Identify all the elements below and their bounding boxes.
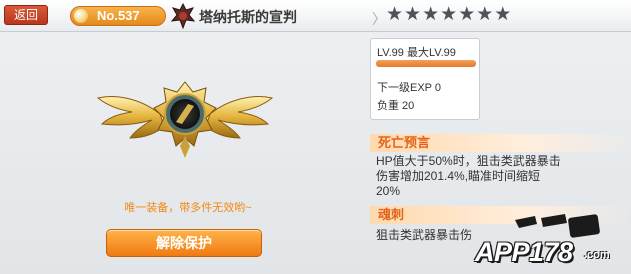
equipment-number-badge: No.537 [70,6,166,26]
star-icon: ★ [422,4,440,25]
equip-note: 唯一装备，带多件无效哟~ [124,202,252,214]
next-level-exp: 下一级EXP 0 [377,82,441,94]
level-text: LV.99 最大LV.99 [377,47,456,59]
star-icon: ★ [404,4,422,25]
weight-text: 负重 20 [377,100,415,112]
back-button[interactable]: 返回 [4,5,48,25]
stats-card: LV.99 最大LV.99 下一级EXP 0 负重 20 [370,38,480,120]
exp-progress-fill [376,60,476,67]
star-icon: ★ [386,4,404,25]
watermark-domain: .com [584,249,610,261]
skill-desc-death-prophecy: HP值大于50%时，狙击类武器暴击 伤害增加201.4%,瞄准时间缩短 20% [376,154,631,199]
winged-gold-medal-icon [96,81,274,158]
exp-progress-bar [376,60,476,67]
star-icon: ★ [476,4,494,25]
watermark-app178: APP178 [475,237,573,267]
star-icon: ★ [458,4,476,25]
skill-desc-line: HP值大于50%时，狙击类武器暴击 [376,154,561,168]
skill-desc-line: 伤害增加201.4%,瞄准时间缩短 [376,169,541,183]
tanatos-badge-icon [170,2,196,30]
rarity-stars: ★ ★ ★ ★ ★ ★ ★ [386,5,511,25]
orange-ball-icon [74,9,88,23]
star-icon: ★ [494,4,512,25]
release-protection-button[interactable]: 解除保护 [106,229,262,257]
top-bar: 返回 No.537 塔纳托斯的宣判 〉 ★ ★ ★ ★ ★ ★ ★ [0,0,631,32]
skill-title-death-prophecy: 死亡预言 [370,134,631,152]
equipment-title: 塔纳托斯的宣判 [199,9,297,25]
star-icon: ★ [440,4,458,25]
equipment-number: No.537 [97,8,140,23]
title-separator: 〉 [372,11,386,27]
skill-desc-line: 20% [376,184,401,198]
